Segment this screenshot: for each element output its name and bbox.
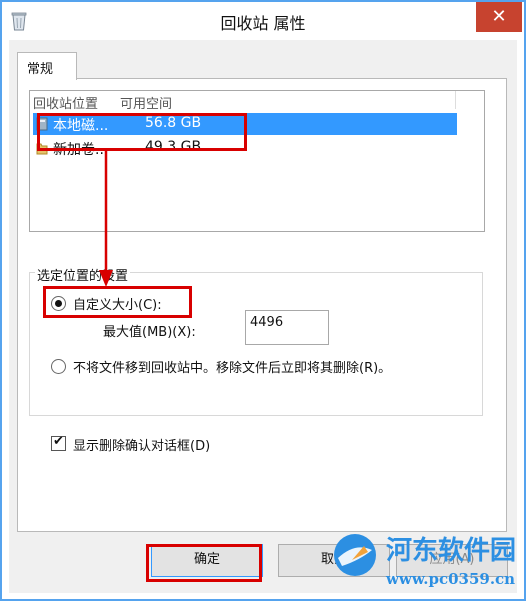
column-divider[interactable] — [455, 91, 456, 109]
max-size-input[interactable]: 4496 — [245, 310, 329, 345]
window-title: 回收站 属性 — [220, 14, 306, 33]
watermark-logo-icon — [334, 534, 376, 576]
max-size-value: 4496 — [250, 315, 284, 330]
no-move-label[interactable]: 不将文件移到回收站中。移除文件后立即将其删除(R)。 — [73, 357, 391, 376]
close-button[interactable]: ✕ — [476, 2, 522, 32]
title-bar[interactable]: 回收站 属性 ✕ — [2, 2, 524, 40]
confirm-dialog-label[interactable]: 显示删除确认对话框(D) — [73, 435, 210, 454]
highlight-box-custom-size — [43, 286, 192, 318]
tab-label: 常规 — [27, 62, 54, 77]
highlight-box-drive — [37, 113, 247, 151]
highlight-box-ok — [146, 544, 262, 582]
max-value-label: 最大值(MB)(X): — [103, 325, 196, 340]
confirm-dialog-checkbox[interactable]: ✔ — [51, 434, 66, 451]
watermark-name: 河东软件园 — [386, 536, 517, 566]
arrow-icon — [99, 150, 113, 287]
watermark-url: www.pc0359.cn — [386, 570, 516, 588]
checkmark-icon: ✔ — [53, 434, 64, 449]
column-header-space[interactable]: 可用空间 — [120, 93, 172, 112]
no-move-radio[interactable] — [51, 359, 66, 374]
list-header: 回收站位置 可用空间 — [30, 91, 484, 112]
column-header-location[interactable]: 回收站位置 — [33, 93, 98, 112]
watermark: 河东软件园 www.pc0359.cn — [330, 530, 526, 601]
tab-general[interactable]: 常规 — [17, 52, 77, 80]
